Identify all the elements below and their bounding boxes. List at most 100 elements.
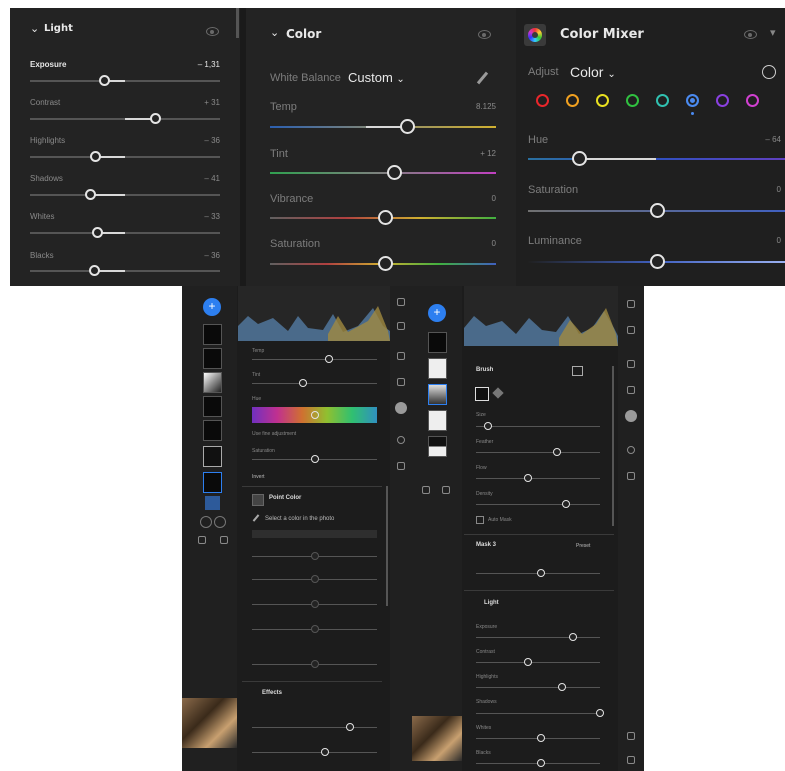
mask-thumbnail[interactable] <box>203 348 222 369</box>
saturation-slider-knob[interactable] <box>311 455 319 463</box>
light-panel-title[interactable]: Light <box>44 23 73 34</box>
photo-thumbnail[interactable] <box>412 716 462 761</box>
light-section-label[interactable]: Light <box>484 600 499 606</box>
hue-slider-knob[interactable] <box>311 411 319 419</box>
brush-tool-button[interactable] <box>475 387 489 401</box>
whites-slider-knob[interactable] <box>92 227 103 238</box>
shadows-slider-knob[interactable] <box>85 189 96 200</box>
eye-icon[interactable] <box>744 30 757 39</box>
add-mask-button[interactable]: + <box>428 304 446 322</box>
tag-icon[interactable] <box>627 756 635 764</box>
point-color-swatch[interactable] <box>252 494 264 506</box>
eraser-tool-button[interactable] <box>492 387 504 399</box>
flow-slider-knob[interactable] <box>524 474 532 482</box>
comment-icon[interactable] <box>627 732 635 740</box>
contrast-slider-knob[interactable] <box>524 658 532 666</box>
mixer-saturation-slider-knob[interactable] <box>650 203 665 218</box>
contrast-slider-knob[interactable] <box>150 113 161 124</box>
shadows-slider-knob[interactable] <box>596 709 604 717</box>
eyedropper-icon[interactable] <box>476 71 489 85</box>
vibrance-slider-knob[interactable] <box>378 210 393 225</box>
brush-settings-icon[interactable] <box>572 366 583 376</box>
magenta-swatch[interactable] <box>746 94 759 107</box>
blacks-slider-knob[interactable] <box>89 265 100 276</box>
adjust-dropdown[interactable]: Color ⌄ <box>570 64 616 80</box>
versions-icon[interactable] <box>627 472 635 480</box>
highlights-slider-knob[interactable] <box>558 683 566 691</box>
color-mixer-title[interactable]: Color Mixer <box>560 27 644 42</box>
color-panel-title[interactable]: Color <box>286 27 321 41</box>
effects-slider-knob[interactable] <box>321 748 329 756</box>
crop-icon[interactable] <box>397 352 405 360</box>
history-icon[interactable] <box>397 436 405 444</box>
toggle-overlay-icon[interactable] <box>198 536 206 544</box>
blacks-slider-knob[interactable] <box>537 759 545 767</box>
exposure-slider-knob[interactable] <box>569 633 577 641</box>
feather-slider-knob[interactable] <box>553 448 561 456</box>
tint-slider-knob[interactable] <box>387 165 402 180</box>
presets-icon[interactable] <box>627 326 635 334</box>
mask-thumbnail[interactable] <box>428 410 447 431</box>
tint-slider-knob[interactable] <box>299 379 307 387</box>
eye-icon[interactable] <box>206 27 219 36</box>
scrollbar[interactable] <box>236 8 239 38</box>
mask-thumbnail[interactable] <box>203 472 222 493</box>
yellow-swatch[interactable] <box>596 94 609 107</box>
purple-swatch[interactable] <box>716 94 729 107</box>
highlights-slider-knob[interactable] <box>90 151 101 162</box>
green-swatch[interactable] <box>626 94 639 107</box>
chevron-down-icon[interactable]: ⌄ <box>270 26 279 39</box>
eye-icon[interactable] <box>478 30 491 39</box>
saturation-slider-knob[interactable] <box>378 256 393 271</box>
size-slider-knob[interactable] <box>484 422 492 430</box>
mask-thumbnail[interactable] <box>428 384 447 405</box>
mask-thumbnail[interactable] <box>203 446 222 467</box>
compare-icon[interactable] <box>220 536 228 544</box>
scrollbar[interactable] <box>612 366 614 526</box>
compare-icon[interactable] <box>442 486 450 494</box>
targeted-adjustment-icon[interactable] <box>762 65 776 79</box>
hue-slider-knob[interactable] <box>572 151 587 166</box>
edit-icon[interactable] <box>627 300 635 308</box>
history-icon[interactable] <box>627 446 635 454</box>
eyedropper-icon[interactable] <box>252 514 260 522</box>
photo-thumbnail[interactable] <box>182 698 237 748</box>
mask-thumbnail[interactable] <box>203 324 222 345</box>
chevron-down-icon[interactable]: ▾ <box>770 26 776 39</box>
effects-slider-knob[interactable] <box>346 723 354 731</box>
exposure-slider-knob[interactable] <box>99 75 110 86</box>
chevron-down-icon[interactable]: ⌄ <box>30 22 39 35</box>
blue-swatch[interactable] <box>686 94 699 107</box>
mask-thumbnail[interactable] <box>428 436 447 457</box>
temp-slider-knob[interactable] <box>400 119 415 134</box>
add-circle-icon[interactable] <box>200 516 212 528</box>
mask-thumbnail[interactable] <box>428 358 447 379</box>
subtract-circle-icon[interactable] <box>214 516 226 528</box>
mask-thumbnail[interactable] <box>428 332 447 353</box>
presets-icon[interactable] <box>397 322 405 330</box>
heal-icon[interactable] <box>397 378 405 386</box>
aqua-swatch[interactable] <box>656 94 669 107</box>
masking-icon[interactable] <box>625 410 637 422</box>
toggle-overlay-icon[interactable] <box>422 486 430 494</box>
mask-preset-dropdown[interactable]: Preset <box>576 543 590 549</box>
edit-icon[interactable] <box>397 298 405 306</box>
mask-thumbnail[interactable] <box>203 396 222 417</box>
mask-thumbnail[interactable] <box>203 420 222 441</box>
crop-icon[interactable] <box>627 360 635 368</box>
red-swatch[interactable] <box>536 94 549 107</box>
white-balance-dropdown[interactable]: Custom ⌄ <box>348 70 405 85</box>
mask-amount-slider-knob[interactable] <box>537 569 545 577</box>
add-mask-button[interactable]: + <box>203 298 221 316</box>
scrollbar[interactable] <box>386 486 388 606</box>
density-slider-knob[interactable] <box>562 500 570 508</box>
luminance-slider-knob[interactable] <box>650 254 665 269</box>
orange-swatch[interactable] <box>566 94 579 107</box>
versions-icon[interactable] <box>397 462 405 470</box>
auto-mask-checkbox[interactable] <box>476 516 484 524</box>
mask-thumbnail[interactable] <box>203 372 222 393</box>
temp-slider-knob[interactable] <box>325 355 333 363</box>
effects-label[interactable]: Effects <box>262 690 282 696</box>
heal-icon[interactable] <box>627 386 635 394</box>
masking-icon[interactable] <box>395 402 407 414</box>
